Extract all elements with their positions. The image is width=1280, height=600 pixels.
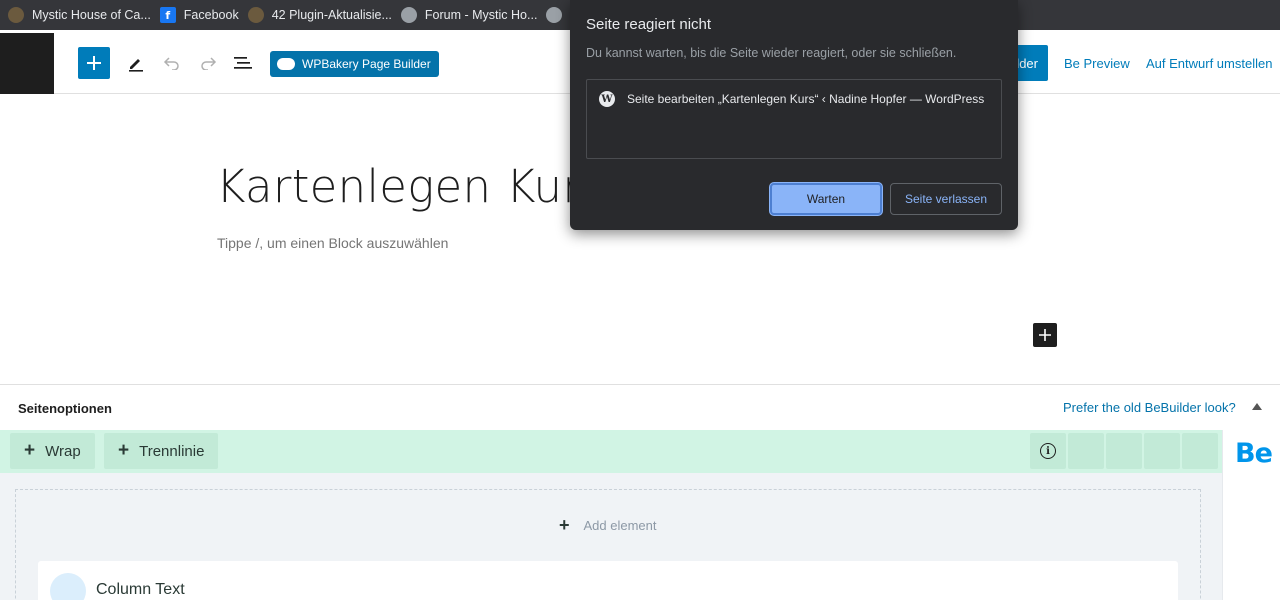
block-inserter-button[interactable] (78, 47, 110, 79)
wrap-label: Wrap (45, 442, 81, 460)
undo-button[interactable] (158, 47, 186, 79)
globe-icon (546, 7, 563, 23)
wordpress-icon: W (599, 91, 615, 107)
edit-tool-button[interactable] (122, 47, 150, 79)
add-block-button[interactable] (1033, 323, 1057, 347)
toolbar-slot-1[interactable] (1068, 433, 1104, 469)
divider-label: Trennlinie (139, 442, 205, 460)
be-preview-link[interactable]: Be Preview (1064, 56, 1130, 71)
list-view-button[interactable] (229, 47, 257, 79)
add-element-label: Add element (583, 518, 657, 533)
plus-icon (87, 56, 101, 70)
redo-button[interactable] (194, 47, 222, 79)
screen: Mystic House of Ca... f Facebook 42 Plug… (0, 0, 1280, 600)
redo-icon (201, 57, 217, 70)
facebook-icon: f (159, 7, 176, 23)
globe-icon (400, 7, 417, 23)
dialog-message: Du kannst warten, bis die Seite wieder r… (586, 46, 957, 60)
bookmark-facebook[interactable]: f Facebook (159, 0, 248, 30)
wpbakery-cloud-icon (277, 58, 295, 70)
page-options-panel: Seitenoptionen Prefer the old BeBuilder … (0, 384, 1280, 430)
column-text-element[interactable]: Column Text (38, 561, 1178, 600)
bookmark-label: 42 Plugin-Aktualisie... (271, 8, 392, 22)
toolbar-slot-3[interactable] (1144, 433, 1180, 469)
column-text-icon (50, 573, 86, 600)
block-placeholder[interactable]: Tippe /, um einen Block auszuwählen (217, 235, 448, 251)
site-avatar-icon (247, 7, 264, 23)
be-preview-label: Be Preview (1064, 56, 1130, 71)
undo-icon (163, 57, 179, 70)
bookmark-label: Facebook (183, 8, 239, 22)
bookmark-label: Forum - Mystic Ho... (424, 8, 538, 22)
wpbakery-label: WPBakery Page Builder (302, 57, 431, 71)
page-options-title[interactable]: Seitenoptionen (18, 401, 112, 416)
plus-icon: + (559, 515, 570, 535)
switch-to-draft-link[interactable]: Auf Entwurf umstellen (1146, 56, 1272, 71)
dialog-page-entry-label: Seite bearbeiten „Kartenlegen Kurs“ ‹ Na… (627, 92, 985, 106)
list-view-icon (234, 57, 252, 69)
bookmark-label: Mystic House of Ca... (32, 8, 151, 22)
divider-button[interactable]: + Trennlinie (104, 433, 219, 469)
plus-icon: + (24, 440, 36, 461)
bebuilder-sidebar: Be (1222, 430, 1280, 600)
toolbar-slot-4[interactable] (1182, 433, 1218, 469)
info-button[interactable]: i (1030, 433, 1066, 469)
bookmark-plugin-updates[interactable]: 42 Plugin-Aktualisie... (247, 0, 401, 30)
site-avatar-icon (8, 7, 24, 23)
old-bebuilder-link[interactable]: Prefer the old BeBuilder look? (1063, 400, 1236, 415)
page-unresponsive-dialog: Seite reagiert nicht Du kannst warten, b… (570, 0, 1018, 230)
dialog-page-list: W Seite bearbeiten „Kartenlegen Kurs“ ‹ … (586, 79, 1002, 159)
post-title[interactable]: Kartenlegen Kurs (216, 160, 605, 213)
column-text-label: Column Text (96, 581, 185, 598)
be-logo[interactable]: Be (1235, 438, 1273, 469)
leave-page-label: Seite verlassen (904, 192, 988, 206)
wpbakery-button[interactable]: WPBakery Page Builder (270, 51, 439, 77)
leave-page-button[interactable]: Seite verlassen (890, 183, 1002, 215)
dialog-title: Seite reagiert nicht (586, 16, 712, 33)
bookmark-mystic-house[interactable]: Mystic House of Ca... (8, 0, 160, 30)
builder-canvas: + Add element Column Text (0, 473, 1222, 600)
wrap-button[interactable]: + Wrap (10, 433, 95, 469)
bebuilder-toolbar: + Wrap + Trennlinie i (0, 430, 1222, 473)
plus-icon: + (118, 440, 130, 461)
switch-to-draft-label: Auf Entwurf umstellen (1146, 56, 1273, 71)
wp-logo-area[interactable] (0, 33, 54, 94)
dialog-page-entry: W Seite bearbeiten „Kartenlegen Kurs“ ‹ … (599, 91, 984, 107)
toolbar-slot-2[interactable] (1106, 433, 1142, 469)
bookmark-forum[interactable]: Forum - Mystic Ho... (400, 0, 547, 30)
collapse-caret-icon[interactable] (1252, 403, 1262, 410)
info-icon: i (1040, 443, 1056, 459)
add-element-button[interactable]: + Add element (559, 515, 657, 536)
update-label: lder (1016, 55, 1038, 71)
wait-label: Warten (806, 192, 846, 206)
plus-icon (1039, 329, 1051, 341)
pencil-icon (129, 59, 143, 72)
wait-button[interactable]: Warten (770, 183, 882, 215)
